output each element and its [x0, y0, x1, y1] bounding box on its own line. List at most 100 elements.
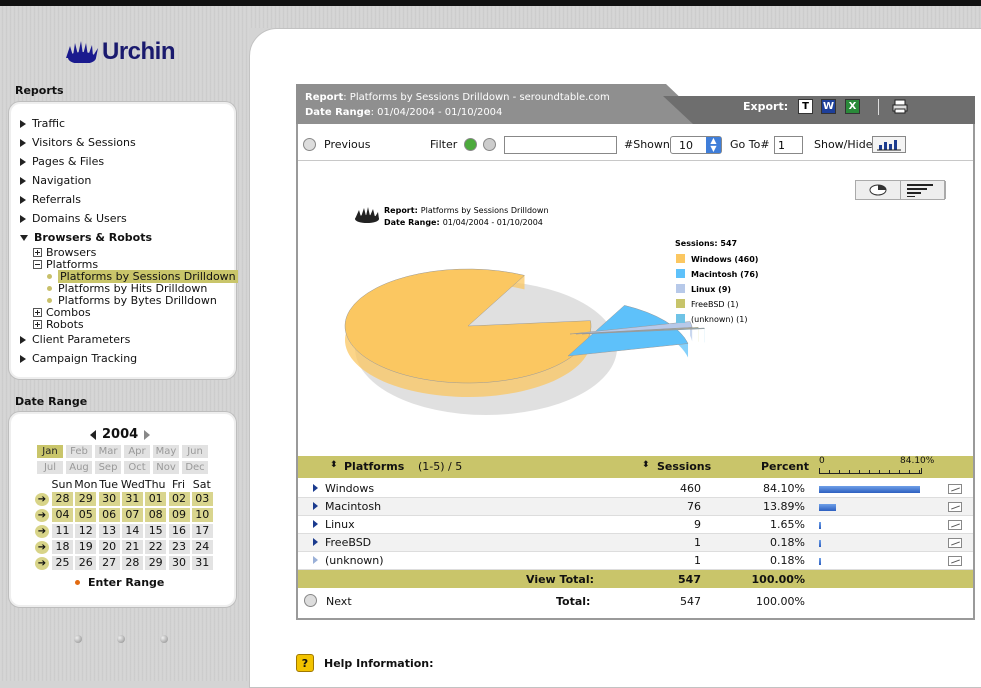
calendar-day[interactable]: 31 [192, 556, 213, 570]
table-row[interactable]: (unknown)10.18% [298, 552, 973, 570]
table-row[interactable]: Macintosh7613.89% [298, 498, 973, 516]
calendar-day[interactable]: 13 [99, 524, 120, 538]
next-year-icon[interactable] [144, 430, 150, 440]
previous-button[interactable]: Previous [303, 138, 371, 151]
month-button[interactable]: Jan [37, 445, 63, 458]
drilldown-arrow-icon[interactable] [313, 556, 318, 564]
goto-input[interactable] [774, 136, 803, 154]
table-row[interactable]: Linux91.65% [298, 516, 973, 534]
calendar-day[interactable]: 17 [192, 524, 213, 538]
calendar-day[interactable]: 15 [145, 524, 166, 538]
calendar-day[interactable]: 12 [75, 524, 96, 538]
nav-leaf[interactable]: Platforms by Bytes Drilldown [47, 294, 217, 307]
trend-chart-icon[interactable] [948, 538, 962, 548]
month-button[interactable]: Dec [182, 461, 208, 474]
drilldown-arrow-icon[interactable] [313, 520, 318, 528]
filter-add-icon[interactable] [464, 138, 477, 151]
month-button[interactable]: Jul [37, 461, 63, 474]
trend-chart-icon[interactable] [948, 556, 962, 566]
trend-chart-icon[interactable] [948, 502, 962, 512]
calendar-day[interactable]: 14 [122, 524, 143, 538]
urchin-logo[interactable]: Urchin [64, 38, 175, 66]
calendar-day[interactable]: 28 [122, 556, 143, 570]
nav-item[interactable]: Campaign Tracking [20, 352, 137, 365]
next-button[interactable]: Next [326, 595, 352, 608]
calendar-day[interactable]: 26 [75, 556, 96, 570]
month-button[interactable]: Sep [95, 461, 121, 474]
calendar-day[interactable]: 19 [75, 540, 96, 554]
select-week-icon[interactable]: ➔ [35, 557, 49, 570]
calendar-day[interactable]: 27 [99, 556, 120, 570]
calendar-day[interactable]: 23 [169, 540, 190, 554]
month-button[interactable]: Aug [66, 461, 92, 474]
platform-cell[interactable]: Windows [313, 480, 374, 498]
select-week-icon[interactable]: ➔ [35, 525, 49, 538]
calendar-day[interactable]: 20 [99, 540, 120, 554]
calendar-day[interactable]: 06 [99, 508, 120, 522]
nav-item[interactable]: Navigation [20, 174, 91, 187]
drilldown-arrow-icon[interactable] [313, 538, 318, 546]
col-platforms[interactable]: Platforms [344, 460, 404, 473]
shown-select[interactable]: 10 ▲▼ [670, 136, 722, 154]
calendar-day[interactable]: 28 [52, 492, 73, 506]
filter-remove-icon[interactable] [483, 138, 496, 151]
nav-item[interactable]: Visitors & Sessions [20, 136, 136, 149]
calendar-day[interactable]: 11 [52, 524, 73, 538]
calendar-day[interactable]: 31 [122, 492, 143, 506]
trend-chart-icon[interactable] [948, 520, 962, 530]
print-icon[interactable] [892, 99, 908, 114]
platform-cell[interactable]: FreeBSD [313, 534, 371, 552]
drilldown-arrow-icon[interactable] [313, 502, 318, 510]
table-row[interactable]: Windows46084.10% [298, 480, 973, 498]
calendar-day[interactable]: 08 [145, 508, 166, 522]
table-row[interactable]: FreeBSD10.18% [298, 534, 973, 552]
export-excel-icon[interactable]: X [845, 99, 860, 114]
nav-item[interactable]: Pages & Files [20, 155, 104, 168]
platform-cell[interactable]: Macintosh [313, 498, 381, 516]
nav-subitem[interactable]: Robots [33, 318, 84, 331]
calendar-day[interactable]: 03 [192, 492, 213, 506]
calendar-day[interactable]: 10 [192, 508, 213, 522]
col-percent[interactable]: Percent [761, 460, 809, 473]
calendar-day[interactable]: 30 [99, 492, 120, 506]
nav-item[interactable]: Traffic [20, 117, 65, 130]
select-week-icon[interactable]: ➔ [35, 493, 49, 506]
export-text-icon[interactable]: T [798, 99, 813, 114]
calendar-day[interactable]: 05 [75, 508, 96, 522]
col-sessions[interactable]: Sessions [657, 460, 711, 473]
platform-cell[interactable]: (unknown) [313, 552, 384, 570]
nav-item[interactable]: Referrals [20, 193, 81, 206]
export-word-icon[interactable]: W [821, 99, 836, 114]
nav-item[interactable]: Domains & Users [20, 212, 127, 225]
calendar-day[interactable]: 04 [52, 508, 73, 522]
calendar-day[interactable]: 16 [169, 524, 190, 538]
month-button[interactable]: Apr [124, 445, 150, 458]
calendar-day[interactable]: 30 [169, 556, 190, 570]
drilldown-arrow-icon[interactable] [313, 484, 318, 492]
sort-sessions-icon[interactable]: ⬍ [642, 460, 650, 470]
month-button[interactable]: Mar [95, 445, 121, 458]
select-week-icon[interactable]: ➔ [35, 541, 49, 554]
prev-year-icon[interactable] [90, 430, 96, 440]
nav-item[interactable]: Client Parameters [20, 333, 130, 346]
filter-input[interactable] [504, 136, 617, 154]
calendar-day[interactable]: 18 [52, 540, 73, 554]
trend-chart-icon[interactable] [948, 484, 962, 494]
showhide-chart-button[interactable] [872, 136, 906, 153]
next-arrow-icon[interactable] [304, 594, 317, 607]
select-week-icon[interactable]: ➔ [35, 509, 49, 522]
calendar-day[interactable]: 02 [169, 492, 190, 506]
help-information[interactable]: ? Help Information: [296, 654, 434, 672]
nav-item[interactable]: Browsers & Robots [20, 231, 152, 244]
calendar-day[interactable]: 09 [169, 508, 190, 522]
month-button[interactable]: Nov [153, 461, 179, 474]
month-button[interactable]: Oct [124, 461, 150, 474]
enter-range-button[interactable]: Enter Range [75, 576, 164, 589]
month-button[interactable]: Jun [182, 445, 208, 458]
calendar-day[interactable]: 07 [122, 508, 143, 522]
calendar-day[interactable]: 21 [122, 540, 143, 554]
calendar-day[interactable]: 29 [75, 492, 96, 506]
calendar-day[interactable]: 22 [145, 540, 166, 554]
calendar-day[interactable]: 29 [145, 556, 166, 570]
calendar-day[interactable]: 01 [145, 492, 166, 506]
